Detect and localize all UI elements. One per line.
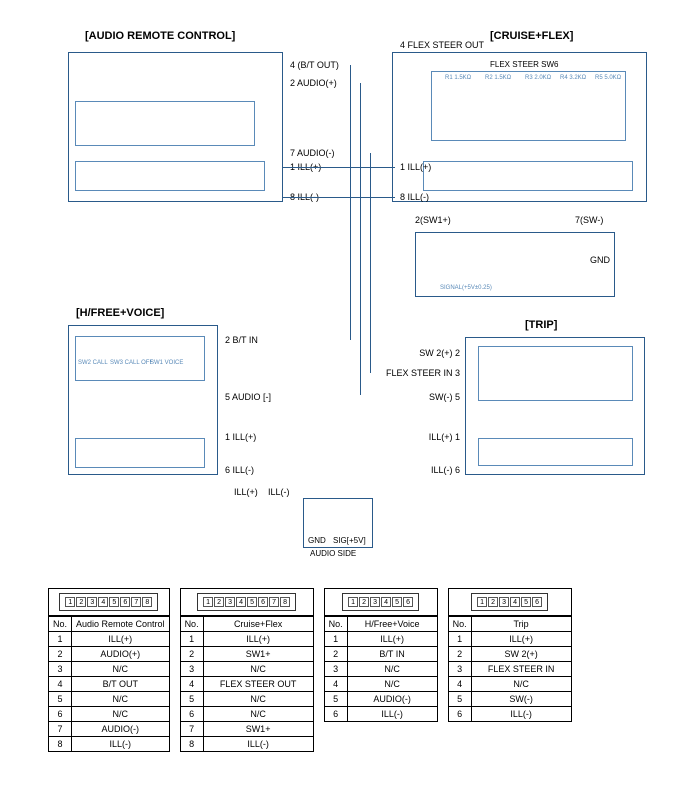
audio-side-label: AUDIO SIDE	[310, 549, 356, 558]
cruise-flex-pin7: 7(SW-)	[575, 215, 603, 225]
cruise-signal: SIGNAL(+5V±0.25)	[440, 285, 492, 291]
cruise-flex-pin8: 8 ILL(-)	[400, 192, 429, 202]
audio-remote-pin2: 2 AUDIO(+)	[290, 78, 337, 88]
audio-remote-pin7: 7 AUDIO(-)	[290, 148, 335, 158]
cruise-r4: R4 3.2KΩ	[560, 75, 586, 81]
hfree-sw3: SW3 CALL OFF	[110, 360, 153, 366]
cruise-flex-pin2: 2(SW1+)	[415, 215, 451, 225]
pin-tables-row: 12345678 No.Audio Remote Control 1ILL(+)…	[48, 588, 572, 752]
cruise-r1: R1 1.5KΩ	[445, 75, 471, 81]
trip-title: [TRIP]	[525, 319, 557, 331]
hfree-voice-title: [H/FREE+VOICE]	[76, 307, 164, 319]
hfree-sw2: SW2 CALL	[78, 360, 108, 366]
hfree-pin5: 5 AUDIO [-]	[225, 392, 271, 402]
hfree-voice-block	[68, 325, 218, 475]
cruise-flex-subtitle: FLEX STEER SW6	[490, 60, 558, 69]
trip-block	[465, 337, 645, 475]
trip-pin5: SW(-) 5	[420, 392, 460, 402]
table-hfree-voice: 123456 No.H/Free+Voice 1ILL(+) 2B/T IN 3…	[324, 588, 438, 752]
table-trip: 123456 No.Trip 1ILL(+) 2SW 2(+) 3FLEX ST…	[448, 588, 572, 752]
cruise-flex-pin1: 1 ILL(+)	[400, 162, 431, 172]
ill-plus-label: ILL(+)	[234, 487, 258, 497]
connector-icon-8pin: 12345678	[59, 593, 158, 611]
connector-icon-6pin: 123456	[471, 593, 548, 611]
hfree-sw1: SW1 VOICE	[150, 360, 183, 366]
audio-side-sig: SIG[+5V]	[333, 536, 366, 545]
cruise-r5: R5 5.0KΩ	[595, 75, 621, 81]
trip-pin3: FLEX STEER IN 3	[378, 368, 460, 378]
audio-remote-block	[68, 52, 283, 202]
cruise-r3: R3 2.0KΩ	[525, 75, 551, 81]
cruise-gnd: GND	[590, 255, 610, 265]
cruise-flex-title: [CRUISE+FLEX]	[490, 30, 573, 42]
cruise-r2: R2 1.5KΩ	[485, 75, 511, 81]
hfree-pin6: 6 ILL(-)	[225, 465, 254, 475]
ill-minus-label: ILL(-)	[268, 487, 290, 497]
cruise-flex-pin4: 4 FLEX STEER OUT	[400, 40, 484, 50]
hfree-pin2: 2 B/T IN	[225, 335, 258, 345]
audio-remote-pin4: 4 (B/T OUT)	[290, 60, 339, 70]
connector-icon-8pin: 12345678	[197, 593, 296, 611]
trip-pin6: ILL(-) 6	[420, 465, 460, 475]
hfree-pin1: 1 ILL(+)	[225, 432, 256, 442]
table-cruise-flex: 12345678 No.Cruise+Flex 1ILL(+) 2SW1+ 3N…	[180, 588, 314, 752]
trip-pin1: ILL(+) 1	[420, 432, 460, 442]
table-audio-remote: 12345678 No.Audio Remote Control 1ILL(+)…	[48, 588, 170, 752]
trip-pin2: SW 2(+) 2	[405, 348, 460, 358]
audio-remote-title: [AUDIO REMOTE CONTROL]	[85, 30, 235, 42]
audio-side-gnd: GND	[308, 536, 326, 545]
connector-icon-6pin: 123456	[342, 593, 419, 611]
